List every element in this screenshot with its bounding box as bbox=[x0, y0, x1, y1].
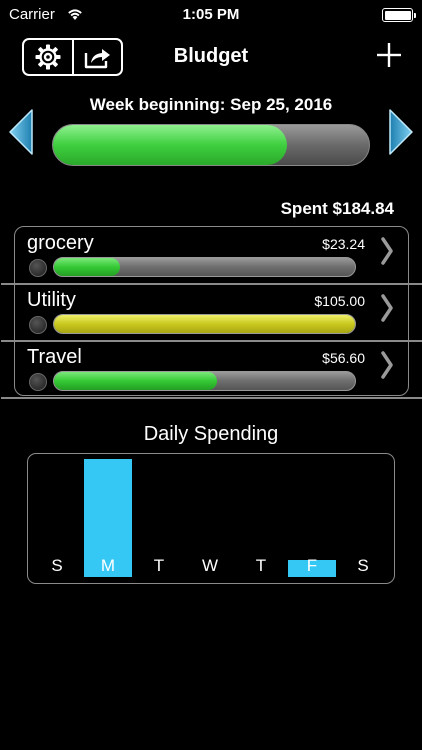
status-dot-icon bbox=[29, 316, 47, 334]
day-label: T bbox=[255, 556, 267, 575]
next-week-arrow-icon[interactable] bbox=[388, 108, 414, 156]
status-dot-icon bbox=[29, 259, 47, 277]
category-progress-bar bbox=[53, 257, 356, 277]
day-label: T bbox=[153, 556, 165, 575]
category-row-grocery[interactable]: grocery $23.24 bbox=[15, 227, 410, 283]
category-row-utility[interactable]: Utility $105.00 bbox=[15, 284, 410, 340]
category-progress-fill bbox=[54, 258, 121, 276]
nav-bar: Bludget bbox=[0, 30, 422, 85]
category-amount: $23.24 bbox=[322, 236, 365, 252]
category-progress-bar bbox=[53, 314, 356, 334]
app-title: Bludget bbox=[173, 45, 249, 67]
category-progress-bar bbox=[53, 371, 356, 391]
category-name: Travel bbox=[27, 346, 82, 368]
category-list: grocery $23.24 Utility $105.00 Travel $5… bbox=[1, 226, 422, 399]
battery-icon bbox=[382, 8, 416, 22]
category-amount: $56.60 bbox=[322, 350, 365, 366]
category-progress-fill bbox=[54, 315, 355, 333]
plus-icon[interactable] bbox=[374, 40, 404, 70]
week-progress-fill bbox=[53, 125, 287, 165]
chevron-right-icon bbox=[381, 237, 393, 265]
status-bar: Carrier 1:05 PM bbox=[0, 0, 422, 30]
day-label: M bbox=[100, 556, 116, 575]
week-label: Week beginning: Sep 25, 2016 bbox=[89, 95, 333, 114]
day-label: S bbox=[357, 556, 369, 575]
daily-spending-title: Daily Spending bbox=[143, 423, 279, 445]
status-time: 1:05 PM bbox=[182, 6, 240, 23]
day-label: W bbox=[201, 556, 219, 575]
category-row-travel[interactable]: Travel $56.60 bbox=[15, 341, 410, 397]
chevron-right-icon bbox=[381, 351, 393, 379]
daily-spending-chart: SMTWTFS bbox=[27, 453, 395, 584]
week-progress-bar bbox=[52, 124, 370, 166]
spent-total: Spent $184.84 bbox=[280, 199, 394, 218]
category-amount: $105.00 bbox=[314, 293, 365, 309]
previous-week-arrow-icon[interactable] bbox=[8, 108, 34, 156]
category-name: Utility bbox=[27, 289, 76, 311]
chevron-right-icon bbox=[381, 294, 393, 322]
row-divider bbox=[1, 397, 422, 399]
day-label: S bbox=[51, 556, 63, 575]
day-label: F bbox=[306, 556, 318, 575]
status-dot-icon bbox=[29, 373, 47, 391]
category-name: grocery bbox=[27, 232, 94, 254]
category-progress-fill bbox=[54, 372, 217, 390]
